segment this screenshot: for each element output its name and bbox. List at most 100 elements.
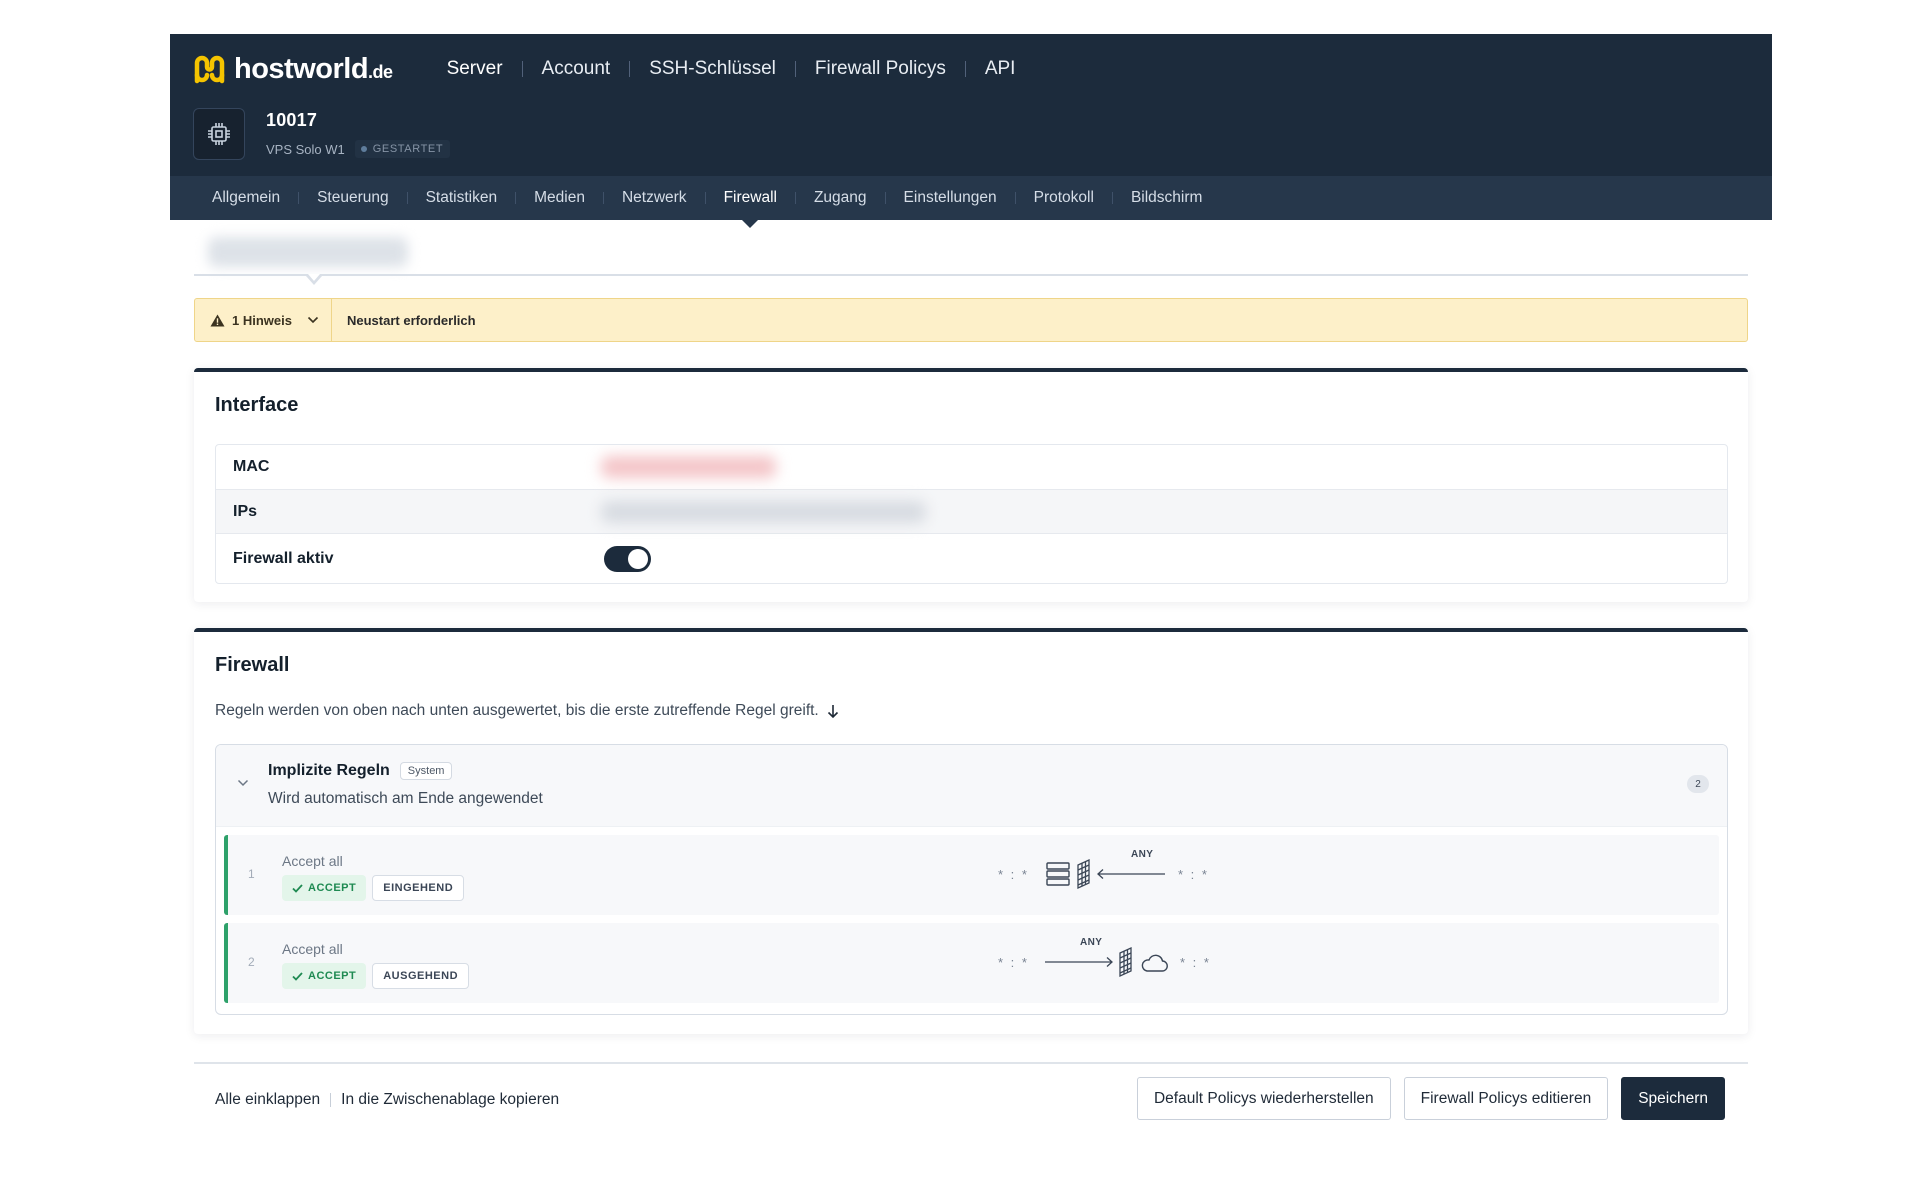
main-nav: Server Account SSH-Schlüssel Firewall Po… (447, 58, 1035, 80)
chevron-down-icon[interactable] (237, 779, 249, 787)
collapse-all-link[interactable]: Alle einklappen (215, 1091, 320, 1109)
rule-row[interactable]: 2 Accept all ACCEPT AUSGEHEND * : * ANY (224, 923, 1719, 1003)
brand-name: hostworld.de (234, 52, 393, 85)
firewall-active-label: Firewall aktiv (233, 549, 334, 567)
nav-account[interactable]: Account (523, 58, 630, 80)
nav-ssh-keys[interactable]: SSH-Schlüssel (630, 58, 795, 80)
rule-number: 2 (248, 955, 255, 969)
accept-tag: ACCEPT (282, 875, 367, 901)
rules-group-title: Implizite Regeln System (268, 762, 453, 780)
firewall-active-value (601, 545, 1727, 572)
nav-firewall-policies[interactable]: Firewall Policys (796, 58, 965, 80)
rules-group-name: Implizite Regeln (268, 762, 390, 779)
rule-flow-diagram: * : * ANY * : * (998, 923, 1238, 1003)
rule-number: 1 (248, 867, 255, 881)
rule-flow-diagram: * : * ANY * : * (998, 835, 1238, 915)
tab-separator (794, 192, 796, 204)
rule-source-wildcard: * : * (998, 955, 1029, 970)
protocol-label: ANY (1080, 937, 1103, 948)
tab-einstellungen[interactable]: Einstellungen (904, 176, 997, 220)
rule-target-wildcard: * : * (1180, 955, 1211, 970)
tab-separator (602, 192, 604, 204)
ips-redacted (601, 500, 926, 523)
rule-tags: ACCEPT AUSGEHEND (282, 963, 470, 989)
accept-tag-text: ACCEPT (308, 882, 357, 894)
copy-clipboard-link[interactable]: In die Zwischenablage kopieren (341, 1091, 559, 1109)
tab-separator (406, 192, 408, 204)
edit-firewall-policies-button[interactable]: Firewall Policys editieren (1403, 1077, 1609, 1120)
firewall-title: Firewall (215, 654, 290, 676)
firewall-description: Regeln werden von oben nach unten ausgew… (215, 702, 839, 720)
tab-separator (298, 192, 300, 204)
hostname-underline (194, 274, 1748, 276)
cloud-icon (1141, 954, 1168, 972)
mac-redacted (601, 456, 776, 478)
check-icon (292, 971, 303, 981)
arrow-down-icon (827, 704, 838, 718)
system-badge: System (399, 762, 453, 780)
save-button[interactable]: Speichern (1621, 1077, 1725, 1120)
rule-source-wildcard: * : * (1178, 867, 1209, 882)
notice-toggle[interactable]: 1 Hinweis (195, 299, 332, 341)
tab-allgemein[interactable]: Allgemein (212, 176, 280, 220)
rule-name: Accept all (282, 941, 343, 957)
status-dot-icon (360, 146, 367, 152)
topbar: hostworld.de Server Account SSH-Schlüsse… (193, 50, 1034, 88)
firewall-active-row: Firewall aktiv (216, 533, 1727, 583)
protocol-label: ANY (1131, 849, 1154, 860)
server-tabs: Allgemein Steuerung Statistiken Medien N… (170, 176, 1772, 228)
tab-statistiken[interactable]: Statistiken (426, 176, 498, 220)
interface-card: Interface MAC IPs Firewall aktiv (194, 368, 1748, 602)
app-header: hostworld.de Server Account SSH-Schlüsse… (170, 34, 1772, 228)
arrow-right-icon (1045, 957, 1113, 967)
nav-server[interactable]: Server (447, 58, 522, 80)
hostname-selector[interactable] (194, 232, 1748, 285)
mac-value (601, 456, 1727, 478)
direction-tag: AUSGEHEND (372, 963, 470, 989)
server-meta: VPS Solo W1 GESTARTET (266, 140, 451, 158)
rule-row[interactable]: 1 Accept all ACCEPT EINGEHEND * : * ANY … (224, 835, 1719, 915)
notice-count: 1 Hinweis (232, 312, 292, 328)
tab-firewall[interactable]: Firewall (724, 176, 777, 228)
rule-tags: ACCEPT EINGEHEND (282, 875, 465, 901)
firewall-icon (1119, 947, 1132, 977)
status-text: GESTARTET (372, 143, 444, 155)
interface-table: MAC IPs Firewall aktiv (215, 444, 1728, 584)
status-badge: GESTARTET (354, 140, 451, 158)
direction-tag: EINGEHEND (372, 875, 465, 901)
rules-count-badge: 2 (1687, 775, 1709, 793)
tab-steuerung[interactable]: Steuerung (317, 176, 389, 220)
firewall-toggle[interactable] (604, 545, 651, 572)
tab-separator (515, 192, 517, 204)
rule-name: Accept all (282, 853, 343, 869)
tab-separator (884, 192, 886, 204)
server-plan: VPS Solo W1 (266, 141, 345, 157)
toggle-knob (628, 548, 648, 569)
tab-netzwerk[interactable]: Netzwerk (622, 176, 687, 220)
notice-message: Neustart erforderlich (347, 312, 476, 328)
ips-label: IPs (233, 502, 258, 520)
notice-banner: 1 Hinweis Neustart erforderlich (194, 298, 1748, 342)
ips-value (601, 500, 1727, 523)
rules-group-header[interactable]: Implizite Regeln System Wird automatisch… (216, 745, 1727, 827)
tab-bildschirm[interactable]: Bildschirm (1131, 176, 1202, 220)
tab-medien[interactable]: Medien (534, 176, 585, 220)
firewall-card: Firewall Regeln werden von oben nach unt… (194, 628, 1748, 1034)
tab-separator (704, 192, 706, 204)
hostworld-logo-icon (194, 55, 225, 84)
nav-api[interactable]: API (966, 58, 1035, 80)
footer-divider (194, 1062, 1748, 1064)
ips-row: IPs (216, 489, 1727, 533)
brand-logo[interactable]: hostworld.de (193, 53, 393, 86)
check-icon (292, 883, 303, 893)
restore-default-policies-button[interactable]: Default Policys wiederherstellen (1136, 1077, 1391, 1120)
tab-zugang[interactable]: Zugang (814, 176, 867, 220)
server-info: 10017 VPS Solo W1 GESTARTET (193, 108, 451, 160)
tab-protokoll[interactable]: Protokoll (1034, 176, 1094, 220)
server-text: 10017 VPS Solo W1 GESTARTET (266, 110, 451, 158)
hostname-redacted (208, 237, 408, 267)
footer-actions: Default Policys wiederherstellen Firewal… (1136, 1077, 1725, 1120)
interface-title: Interface (215, 394, 299, 416)
server-icon (1046, 862, 1070, 886)
tab-separator (1014, 192, 1016, 204)
